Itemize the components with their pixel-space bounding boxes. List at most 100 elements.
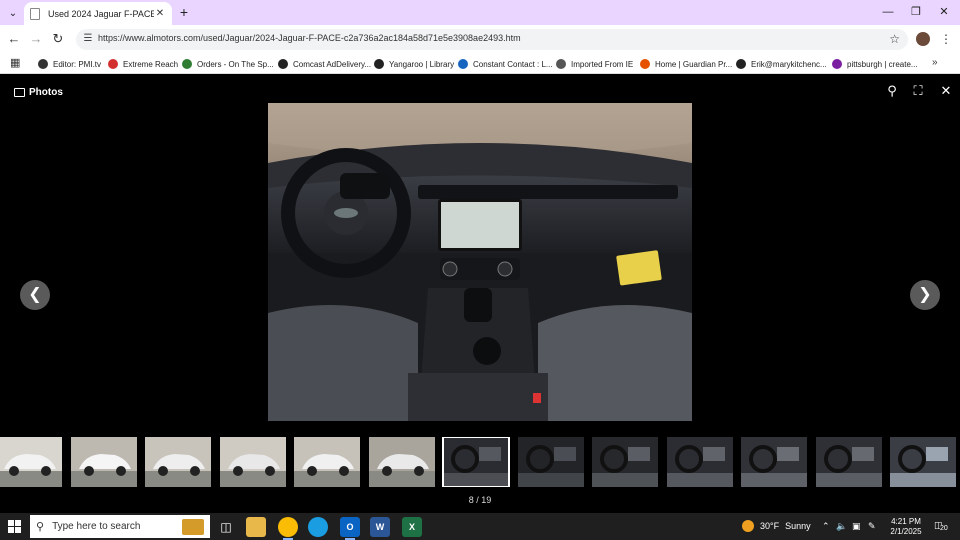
photo-thumbnail[interactable] (219, 437, 286, 487)
bookmark-label: Constant Contact : L... (473, 59, 553, 69)
bookmark-label: Erik@marykitchenc... (751, 59, 827, 69)
browser-tab[interactable]: Used 2024 Jaguar F-PACE For Sale ✕ (24, 2, 172, 25)
bookmark-item[interactable]: pittsburgh | create... (832, 57, 918, 71)
photo-thumbnail[interactable] (741, 437, 807, 487)
windows-taskbar: ⚲ Type here to search ◫ O W X 30°F Sunny… (0, 513, 960, 540)
folder-icon (556, 59, 566, 69)
browser-toolbar: ← → ↻ ☰ https://www.almotors.com/used/Ja… (0, 25, 960, 54)
chrome-icon[interactable] (278, 517, 298, 540)
pen-icon[interactable]: ✎ (868, 521, 876, 532)
thumbnail-strip (0, 437, 960, 487)
weather-temp: 30°F (760, 521, 780, 531)
apps-grid-icon[interactable]: ▦ (10, 57, 22, 69)
taskbar-search[interactable]: ⚲ Type here to search (30, 515, 210, 538)
network-icon[interactable]: ▣ (852, 521, 861, 532)
bookmark-item[interactable]: Yangaroo | Library (374, 57, 454, 71)
photo-thumbnail[interactable] (666, 437, 733, 487)
globe-icon (736, 59, 746, 69)
photo-thumbnail[interactable] (70, 437, 137, 487)
tab-title: Used 2024 Jaguar F-PACE For Sale (48, 8, 154, 19)
outlook-icon[interactable]: O (340, 517, 360, 540)
fullscreen-icon[interactable]: ⛶ (910, 83, 926, 99)
bookmark-label: Comcast AdDelivery... (293, 59, 372, 69)
orders-icon (182, 59, 192, 69)
back-button[interactable]: ← (6, 31, 22, 47)
bookmark-label: Yangaroo | Library (389, 59, 455, 69)
address-bar[interactable]: ☰ https://www.almotors.com/used/Jaguar/2… (76, 29, 908, 50)
bookmark-item[interactable]: Erik@marykitchenc... (736, 57, 827, 71)
maximize-button[interactable]: ❐ (902, 3, 930, 21)
profile-avatar[interactable] (916, 32, 930, 46)
reload-button[interactable]: ↻ (50, 31, 66, 47)
forward-button[interactable]: → (28, 31, 44, 47)
search-highlight-icon (182, 518, 204, 535)
cc-icon (458, 59, 468, 69)
more-bookmarks-icon[interactable]: » (932, 57, 938, 68)
photo-counter: 8 / 19 (468, 495, 492, 505)
main-photo-car-interior (268, 103, 692, 421)
zoom-icon[interactable]: ⚲ (884, 83, 900, 99)
photo-thumbnail[interactable] (815, 437, 882, 487)
photo-thumbnail[interactable] (368, 437, 435, 487)
close-window-button[interactable]: ✕ (930, 3, 958, 21)
notification-icon[interactable]: ◫ 20 (934, 520, 948, 532)
volume-icon[interactable]: 🔈 (836, 521, 847, 532)
bookmark-label: pittsburgh | create... (847, 59, 918, 69)
close-tab-icon[interactable]: ✕ (154, 8, 166, 19)
word-icon[interactable]: W (370, 517, 390, 537)
car-interior-image (268, 103, 692, 421)
bookmark-label: Editor: PMI.tv (53, 59, 102, 69)
excel-icon[interactable]: X (402, 517, 422, 537)
photo-thumbnail[interactable] (592, 437, 658, 487)
tab-search-button[interactable]: ⌄ (4, 4, 22, 22)
photo-thumbnail[interactable] (294, 437, 360, 487)
windows-start-icon[interactable] (8, 520, 21, 533)
site-info-icon[interactable]: ☰ (82, 33, 94, 45)
show-hidden-icons[interactable]: ⌃ (822, 521, 830, 532)
weather-condition: Sunny (785, 521, 811, 531)
guardian-icon (640, 59, 650, 69)
clock[interactable]: 4:21 PM 2/1/2025 (886, 517, 926, 537)
pmi-icon (38, 59, 48, 69)
bookmark-label: Imported From IE (571, 59, 634, 69)
bookmark-star-icon[interactable]: ☆ (889, 32, 900, 46)
browser-menu-icon[interactable]: ⋮ (940, 30, 952, 48)
task-view-icon[interactable]: ◫ (216, 517, 236, 537)
new-tab-button[interactable]: + (176, 4, 192, 20)
globe-icon (278, 59, 288, 69)
notification-count: 20 (940, 525, 948, 532)
bookmark-label: Home | Guardian Pr... (655, 59, 733, 69)
bookmark-item[interactable]: Comcast AdDelivery... (278, 57, 371, 71)
close-viewer-icon[interactable]: ✕ (938, 83, 954, 99)
minimize-button[interactable]: — (874, 3, 902, 21)
bookmark-item[interactable]: Home | Guardian Pr... (640, 57, 732, 71)
bookmark-label: Extreme Reach (123, 59, 179, 69)
bookmarks-bar: ▦ Editor: PMI.tv Extreme Reach Orders - On… (0, 54, 960, 74)
previous-photo-button[interactable]: ❮ (20, 280, 50, 310)
weather-widget[interactable]: 30°F Sunny (742, 520, 811, 532)
page-icon (30, 7, 40, 20)
photo-thumbnail[interactable] (442, 437, 510, 487)
photo-viewer: Photos ⚲ ⛶ ✕ ❮ ❯ 8 / 19 (0, 75, 960, 511)
photo-icon (14, 88, 25, 97)
photo-thumbnail[interactable] (517, 437, 584, 487)
bookmark-item[interactable]: Extreme Reach (108, 57, 178, 71)
bookmark-item[interactable]: Orders - On The Sp... (182, 57, 274, 71)
search-placeholder: Type here to search (52, 521, 141, 532)
sun-icon (742, 520, 754, 532)
bookmark-item[interactable]: Editor: PMI.tv (38, 57, 101, 71)
photo-thumbnail[interactable] (145, 437, 211, 487)
bookmark-item[interactable]: Imported From IE (556, 57, 633, 71)
xr-icon (108, 59, 118, 69)
tab-strip: ⌄ Used 2024 Jaguar F-PACE For Sale ✕ + —… (0, 0, 960, 25)
photos-header: Photos (14, 87, 63, 98)
file-explorer-icon[interactable] (246, 517, 266, 537)
clock-time: 4:21 PM (891, 517, 921, 526)
bookmark-item[interactable]: Constant Contact : L... (458, 57, 553, 71)
next-photo-button[interactable]: ❯ (910, 280, 940, 310)
edge-icon[interactable] (308, 517, 328, 537)
photo-thumbnail[interactable] (890, 437, 956, 487)
url-text[interactable]: https://www.almotors.com/used/Jaguar/202… (98, 33, 521, 43)
clock-date: 2/1/2025 (890, 527, 922, 536)
photo-thumbnail[interactable] (0, 437, 62, 487)
